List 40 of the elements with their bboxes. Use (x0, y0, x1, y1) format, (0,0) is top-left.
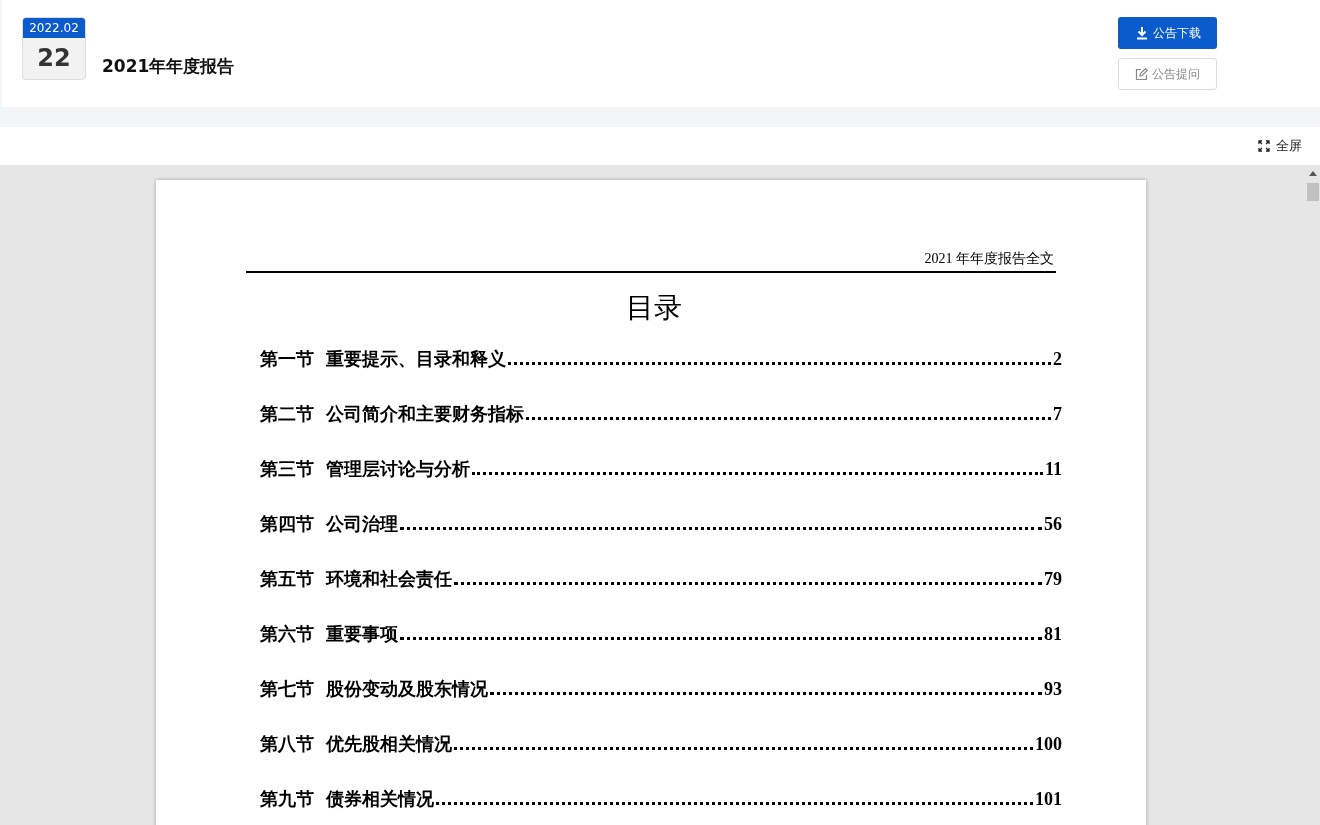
toc-title: 优先股相关情况 (326, 733, 452, 756)
report-title: 2021年年度报告 (102, 55, 235, 78)
date-month: 2022.02 (23, 18, 85, 38)
toc-page-number: 81 (1044, 624, 1062, 645)
toc-page-number: 79 (1044, 569, 1062, 590)
toc-heading: 目录 (625, 291, 683, 325)
download-icon (1134, 26, 1149, 40)
toc-section: 第七节 (260, 677, 314, 701)
toc-section: 第一节 (260, 347, 314, 371)
toc-page-number: 11 (1045, 459, 1062, 480)
toc-title: 重要提示、目录和释义 (326, 348, 506, 371)
toc-section: 第九节 (260, 787, 314, 811)
date-day: 22 (23, 38, 85, 78)
download-button[interactable]: 公告下载 (1118, 17, 1217, 49)
toc-title: 重要事项 (326, 623, 398, 646)
toc-section: 第六节 (260, 622, 314, 646)
toc-page-number: 2 (1053, 349, 1062, 370)
toc-title: 公司治理 (326, 513, 398, 536)
toc-title: 公司简介和主要财务指标 (326, 403, 524, 426)
ask-button[interactable]: 公告提问 (1118, 58, 1217, 90)
toc-section: 第五节 (260, 567, 314, 591)
fullscreen-icon (1258, 140, 1270, 152)
toc-title: 管理层讨论与分析 (326, 458, 470, 481)
toc-page-number: 93 (1044, 679, 1062, 700)
toc-page-number: 56 (1044, 514, 1062, 535)
toc-title: 环境和社会责任 (326, 568, 452, 591)
toc-section: 第三节 (260, 457, 314, 481)
scroll-up-icon[interactable] (1309, 170, 1317, 176)
toc-page-number: 101 (1035, 789, 1062, 810)
scrollbar-thumb[interactable] (1307, 183, 1319, 201)
toc-title: 股份变动及股东情况 (326, 678, 488, 701)
toc-page-number: 7 (1053, 404, 1062, 425)
toc-section: 第四节 (260, 512, 314, 536)
edit-icon (1135, 67, 1148, 81)
toc-page-number: 100 (1035, 734, 1062, 755)
toc-section: 第二节 (260, 402, 314, 426)
toc-section: 第八节 (260, 732, 314, 756)
running-head: 2021 年年度报告全文 (246, 250, 1056, 273)
fullscreen-button[interactable]: 全屏 (1258, 137, 1302, 155)
toc-title: 债券相关情况 (326, 788, 434, 811)
